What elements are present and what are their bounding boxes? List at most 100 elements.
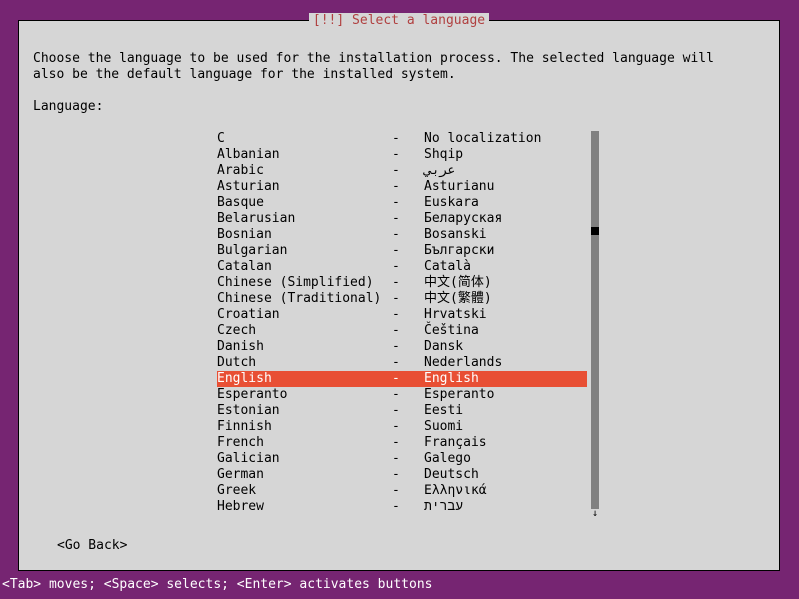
language-native: English (424, 371, 479, 387)
separator: - (392, 291, 424, 307)
language-row[interactable]: Bulgarian-Български (217, 243, 587, 259)
language-native: Galego (424, 451, 471, 467)
separator: - (392, 227, 424, 243)
separator: - (392, 403, 424, 419)
language-native: 中文(简体) (424, 275, 492, 291)
language-name: Galician (217, 451, 392, 467)
language-name: Croatian (217, 307, 392, 323)
language-row[interactable]: Chinese (Simplified)-中文(简体) (217, 275, 587, 291)
language-native: Hrvatski (424, 307, 487, 323)
language-row[interactable]: Asturian-Asturianu (217, 179, 587, 195)
scroll-down-icon[interactable]: ↓ (591, 509, 599, 519)
language-row[interactable]: French-Français (217, 435, 587, 451)
separator: - (392, 179, 424, 195)
separator: - (392, 499, 424, 515)
language-name: English (217, 371, 392, 387)
language-name: Greek (217, 483, 392, 499)
language-name: Catalan (217, 259, 392, 275)
language-native: Dansk (424, 339, 463, 355)
status-bar: <Tab> moves; <Space> selects; <Enter> ac… (0, 577, 799, 593)
language-name: Chinese (Simplified) (217, 275, 392, 291)
language-native: Suomi (424, 419, 463, 435)
separator: - (392, 163, 424, 179)
language-row[interactable]: Galician-Galego (217, 451, 587, 467)
language-row[interactable]: Bosnian-Bosanski (217, 227, 587, 243)
language-name: German (217, 467, 392, 483)
language-row[interactable]: Dutch-Nederlands (217, 355, 587, 371)
language-name: Esperanto (217, 387, 392, 403)
language-native: Shqip (424, 147, 463, 163)
language-row[interactable]: Greek-Ελληνικά (217, 483, 587, 499)
language-row[interactable]: Basque-Euskara (217, 195, 587, 211)
language-native: Français (424, 435, 487, 451)
language-native: Беларуская (424, 211, 502, 227)
language-name: Bosnian (217, 227, 392, 243)
language-row[interactable]: Belarusian-Беларуская (217, 211, 587, 227)
go-back-button[interactable]: <Go Back> (57, 538, 127, 554)
language-row[interactable]: Finnish-Suomi (217, 419, 587, 435)
dialog-title-row: [!!] Select a language (19, 13, 779, 29)
language-name: Estonian (217, 403, 392, 419)
language-row[interactable]: English-English (217, 371, 587, 387)
language-name: Finnish (217, 419, 392, 435)
separator: - (392, 323, 424, 339)
separator: - (392, 243, 424, 259)
language-native: عربي (424, 163, 455, 179)
language-row[interactable]: Catalan-Català (217, 259, 587, 275)
language-name: French (217, 435, 392, 451)
language-row[interactable]: Danish-Dansk (217, 339, 587, 355)
language-row[interactable]: Albanian-Shqip (217, 147, 587, 163)
language-row[interactable]: Czech-Čeština (217, 323, 587, 339)
language-native: 中文(繁體) (424, 291, 492, 307)
separator: - (392, 259, 424, 275)
language-name: Danish (217, 339, 392, 355)
language-row[interactable]: Croatian-Hrvatski (217, 307, 587, 323)
dialog-description: Choose the language to be used for the i… (33, 51, 714, 83)
separator: - (392, 371, 424, 387)
language-label: Language: (33, 99, 103, 115)
language-native: Català (424, 259, 471, 275)
language-row[interactable]: Esperanto-Esperanto (217, 387, 587, 403)
scrollbar-track[interactable] (591, 131, 599, 515)
language-row[interactable]: Arabic-عربي (217, 163, 587, 179)
language-row[interactable]: Chinese (Traditional)-中文(繁體) (217, 291, 587, 307)
scrollbar-thumb[interactable] (591, 227, 599, 235)
language-native: Български (424, 243, 494, 259)
separator: - (392, 451, 424, 467)
language-name: Asturian (217, 179, 392, 195)
language-native: Bosanski (424, 227, 487, 243)
language-native: Čeština (424, 323, 479, 339)
language-row[interactable]: German-Deutsch (217, 467, 587, 483)
language-row[interactable]: C-No localization (217, 131, 587, 147)
language-native: Asturianu (424, 179, 494, 195)
language-row[interactable]: Estonian-Eesti (217, 403, 587, 419)
language-name: Dutch (217, 355, 392, 371)
language-native: Euskara (424, 195, 479, 211)
separator: - (392, 147, 424, 163)
language-native: No localization (424, 131, 541, 147)
language-name: C (217, 131, 392, 147)
separator: - (392, 307, 424, 323)
language-name: Czech (217, 323, 392, 339)
language-row[interactable]: Hebrew-עברית (217, 499, 587, 515)
language-native: Eesti (424, 403, 463, 419)
language-name: Chinese (Traditional) (217, 291, 392, 307)
language-name: Albanian (217, 147, 392, 163)
language-native: עברית (424, 499, 463, 515)
dialog-title: [!!] Select a language (309, 13, 489, 28)
language-list[interactable]: C-No localizationAlbanian-ShqipArabic-عر… (217, 131, 587, 515)
separator: - (392, 131, 424, 147)
language-name: Bulgarian (217, 243, 392, 259)
separator: - (392, 483, 424, 499)
language-name: Basque (217, 195, 392, 211)
separator: - (392, 195, 424, 211)
language-native: Deutsch (424, 467, 479, 483)
separator: - (392, 419, 424, 435)
separator: - (392, 467, 424, 483)
language-native: Nederlands (424, 355, 502, 371)
language-native: Ελληνικά (424, 483, 487, 499)
language-dialog: [!!] Select a language Choose the langua… (18, 20, 780, 571)
language-native: Esperanto (424, 387, 494, 403)
language-name: Arabic (217, 163, 392, 179)
separator: - (392, 435, 424, 451)
